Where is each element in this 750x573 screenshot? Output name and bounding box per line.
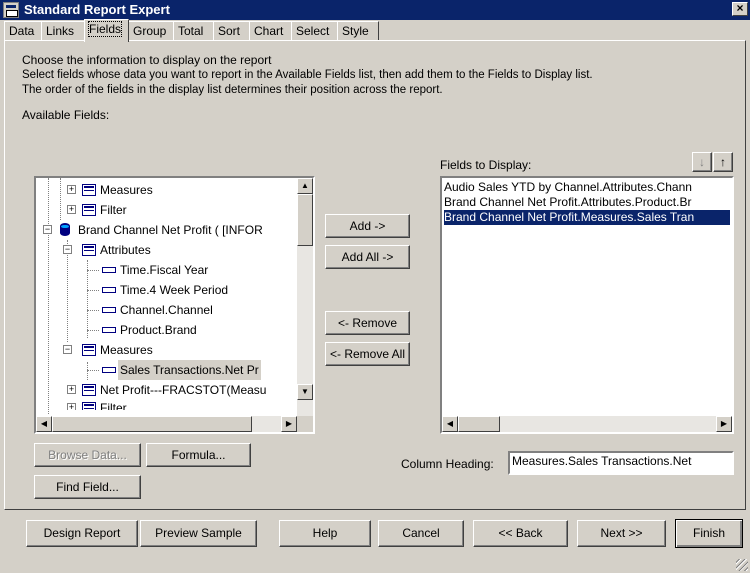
close-icon: × [736, 1, 744, 15]
scroll-down-icon[interactable]: ▼ [297, 384, 313, 400]
scroll-left-icon[interactable]: ◀ [36, 416, 52, 432]
collapse-icon[interactable]: − [63, 245, 72, 254]
folder-icon [82, 184, 96, 196]
tree-item-sales-transactions[interactable]: Sales Transactions.Net Pr [36, 360, 301, 380]
close-button[interactable]: × [732, 2, 748, 16]
display-item-selected[interactable]: Brand Channel Net Profit.Measures.Sales … [444, 210, 730, 225]
available-hscrollbar[interactable]: ◀ ▶ [36, 416, 297, 432]
find-field-button[interactable]: Find Field... [34, 475, 141, 499]
scroll-right-icon[interactable]: ▶ [281, 416, 297, 432]
move-down-button[interactable]: ↓ [692, 152, 712, 172]
folder-icon [82, 204, 96, 216]
folder-icon [82, 344, 96, 356]
tree-item-channel-channel[interactable]: Channel.Channel [36, 300, 301, 320]
field-icon [102, 287, 116, 293]
display-item[interactable]: Audio Sales YTD by Channel.Attributes.Ch… [444, 180, 730, 195]
scroll-thumb[interactable] [52, 416, 252, 432]
folder-icon [82, 244, 96, 256]
next-button[interactable]: Next >> [577, 520, 666, 547]
report-expert-window: Standard Report Expert × Data Links Fiel… [0, 0, 750, 573]
remove-all-button[interactable]: <- Remove All [325, 342, 410, 366]
tree-item-attributes[interactable]: − Attributes [36, 240, 301, 260]
collapse-icon[interactable]: − [43, 225, 52, 234]
tab-total[interactable]: Total [173, 21, 214, 41]
scroll-thumb[interactable] [458, 416, 500, 432]
expand-icon[interactable]: + [67, 185, 76, 194]
window-title: Standard Report Expert [24, 2, 170, 17]
tab-chart[interactable]: Chart [249, 21, 292, 41]
browse-data-button[interactable]: Browse Data... [34, 443, 141, 467]
formula-button[interactable]: Formula... [146, 443, 251, 467]
tree-item-brand-channel-net-profit[interactable]: − Brand Channel Net Profit ( [INFOR [36, 220, 301, 240]
expand-icon[interactable]: + [67, 385, 76, 394]
scroll-thumb[interactable] [297, 194, 313, 246]
field-icon [102, 367, 116, 373]
preview-sample-button[interactable]: Preview Sample [140, 520, 257, 547]
column-heading-input[interactable]: Measures.Sales Transactions.Net [508, 451, 734, 475]
tree-item-measures[interactable]: + Measures [36, 180, 301, 200]
move-up-button[interactable]: ↑ [713, 152, 733, 172]
instructions-title: Choose the information to display on the… [22, 53, 272, 67]
scroll-up-icon[interactable]: ▲ [297, 178, 313, 194]
expand-icon[interactable]: + [67, 403, 76, 410]
available-fields-tree[interactable]: + Measures + Filter − Brand Channel Net … [34, 176, 315, 434]
size-grip-icon[interactable] [736, 559, 748, 571]
remove-button[interactable]: <- Remove [325, 311, 410, 335]
instructions-line-2: Select fields whose data you want to rep… [22, 69, 593, 81]
tree-item-time-4-week-period[interactable]: Time.4 Week Period [36, 280, 301, 300]
help-button[interactable]: Help [279, 520, 371, 547]
tree-item-product-brand[interactable]: Product.Brand [36, 320, 301, 340]
database-icon [60, 223, 70, 236]
fields-to-display-label: Fields to Display: [440, 158, 532, 172]
tree-item-filter-2[interactable]: + Filter [36, 398, 301, 410]
field-icon [102, 327, 116, 333]
design-report-button[interactable]: Design Report [26, 520, 138, 547]
scroll-right-icon[interactable]: ▶ [716, 416, 732, 432]
collapse-icon[interactable]: − [63, 345, 72, 354]
arrow-up-icon: ↑ [720, 155, 726, 169]
back-button[interactable]: << Back [473, 520, 568, 547]
tab-data[interactable]: Data [4, 21, 42, 41]
tab-select[interactable]: Select [291, 21, 338, 41]
app-icon [3, 2, 19, 18]
available-vscrollbar[interactable]: ▲ ▼ [297, 178, 313, 416]
title-bar[interactable]: Standard Report Expert × [0, 0, 750, 20]
expand-icon[interactable]: + [67, 205, 76, 214]
tree-item-filter[interactable]: + Filter [36, 200, 301, 220]
tree-item-time-fiscal-year[interactable]: Time.Fiscal Year [36, 260, 301, 280]
display-hscrollbar[interactable]: ◀ ▶ [442, 416, 732, 432]
cancel-button[interactable]: Cancel [378, 520, 464, 547]
folder-icon [82, 384, 96, 396]
add-button[interactable]: Add -> [325, 214, 410, 238]
finish-button[interactable]: Finish [675, 519, 743, 548]
tab-links[interactable]: Links [41, 21, 85, 41]
display-item[interactable]: Brand Channel Net Profit.Attributes.Prod… [444, 195, 730, 210]
tree-item-measures-expanded[interactable]: − Measures [36, 340, 301, 360]
add-all-button[interactable]: Add All -> [325, 245, 410, 269]
instructions-line-3: The order of the fields in the display l… [22, 84, 443, 96]
tree-item-net-profit[interactable]: + Net Profit---FRACSTOT(Measu [36, 380, 301, 400]
column-heading-label: Column Heading: [401, 457, 494, 471]
scroll-left-icon[interactable]: ◀ [442, 416, 458, 432]
tab-fields[interactable]: Fields [84, 19, 129, 42]
tab-style[interactable]: Style [337, 21, 379, 41]
tab-sort[interactable]: Sort [213, 21, 250, 41]
fields-to-display-list[interactable]: Audio Sales YTD by Channel.Attributes.Ch… [440, 176, 734, 434]
field-icon [102, 267, 116, 273]
available-fields-label: Available Fields: [22, 108, 110, 122]
arrow-down-icon: ↓ [699, 155, 705, 169]
folder-icon [82, 402, 96, 410]
tab-group[interactable]: Group [128, 21, 174, 41]
field-icon [102, 307, 116, 313]
